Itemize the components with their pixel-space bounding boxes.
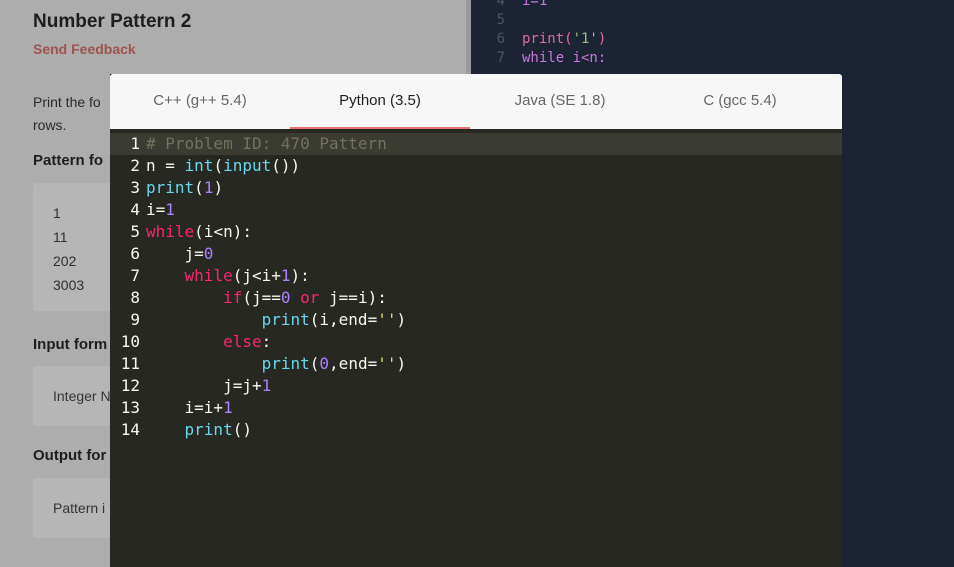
code-line[interactable]: 5 while(i<n):: [110, 221, 842, 243]
code-line-text: else:: [223, 332, 272, 351]
code-line[interactable]: 2 n = int(input()): [110, 155, 842, 177]
line-number: 6: [130, 244, 140, 263]
line-number: 3: [130, 178, 140, 197]
line-number: 9: [130, 310, 140, 329]
code-line[interactable]: 6 j=0: [110, 243, 842, 265]
line-number: 11: [120, 354, 140, 373]
input-format-heading: Input form: [33, 336, 108, 353]
send-feedback-link[interactable]: Send Feedback: [33, 41, 136, 57]
pattern-heading: Pattern fo: [33, 152, 104, 169]
code-line[interactable]: 7 while(j<i+1):: [110, 265, 842, 287]
code-line-text: while(j<i+1):: [184, 266, 310, 285]
tab-c[interactable]: C (gcc 5.4): [650, 74, 830, 129]
code-line-text: print(1): [146, 178, 224, 197]
code-line-text: i=i+1: [146, 398, 233, 417]
bg-line-number: 4: [496, 0, 505, 9]
tab-java[interactable]: Java (SE 1.8): [470, 74, 650, 129]
pattern-line: 11: [53, 229, 68, 245]
code-line-text: print(i,end=''): [261, 310, 407, 329]
code-line-text: if(j==0 or j==i):: [223, 288, 387, 307]
code-line-text: j=j+1: [146, 376, 272, 395]
line-number: 10: [120, 332, 140, 351]
line-number: 1: [130, 134, 140, 153]
input-format-text: Integer N: [53, 388, 111, 404]
line-number: 12: [120, 376, 140, 395]
code-line[interactable]: 4 i=1: [110, 199, 842, 221]
code-line[interactable]: 11 print(0,end=''): [110, 353, 842, 375]
bg-code-line: 4 i=1: [471, 0, 954, 11]
code-line[interactable]: 12 j=j+1: [110, 375, 842, 397]
pattern-line: 3003: [53, 277, 85, 293]
pattern-line: 1: [53, 205, 61, 221]
problem-title: Number Pattern 2: [33, 11, 192, 32]
code-line-text: # Problem ID: 470 Pattern: [146, 134, 387, 153]
bg-line-number: 6: [496, 31, 505, 47]
bg-line-text: while i<n:: [522, 50, 607, 66]
code-line[interactable]: 14 print(): [110, 419, 842, 441]
line-number: 14: [120, 420, 140, 439]
output-format-text: Pattern i: [53, 500, 106, 516]
input-format-box: Integer N: [33, 366, 113, 426]
solution-modal: C++ (g++ 5.4) Python (3.5) Java (SE 1.8)…: [110, 74, 842, 567]
code-line[interactable]: 13 i=i+1: [110, 397, 842, 419]
code-line-text: print(): [184, 420, 252, 439]
line-number: 7: [130, 266, 140, 285]
code-line-text: i=1: [146, 200, 175, 219]
bg-code-line: 5: [471, 11, 954, 30]
code-line[interactable]: 3 print(1): [110, 177, 842, 199]
pattern-line: 202: [53, 253, 77, 269]
tab-python[interactable]: Python (3.5): [290, 74, 470, 129]
line-number: 4: [130, 200, 140, 219]
bg-line-number: 7: [496, 50, 505, 66]
bg-code-line: 7 while i<n:: [471, 49, 954, 68]
tab-cpp[interactable]: C++ (g++ 5.4): [110, 74, 290, 129]
line-number: 5: [130, 222, 140, 241]
output-format-box: Pattern i: [33, 478, 113, 538]
line-number: 2: [130, 156, 140, 175]
bg-code-line: 6 print('1'): [471, 30, 954, 49]
code-line[interactable]: 9 print(i,end=''): [110, 309, 842, 331]
line-number: 8: [130, 288, 140, 307]
code-line-text: j=0: [146, 244, 214, 263]
language-tabs: C++ (g++ 5.4) Python (3.5) Java (SE 1.8)…: [110, 74, 842, 129]
code-line-text: while(i<n):: [146, 222, 252, 241]
bg-line-text: i=1: [522, 0, 548, 9]
code-line-text: print(0,end=''): [261, 354, 407, 373]
code-line[interactable]: 8 if(j==0 or j==i):: [110, 287, 842, 309]
bg-line-number: 5: [496, 12, 505, 28]
line-number: 13: [120, 398, 140, 417]
pattern-box: 1 11 202 3003: [33, 183, 113, 311]
output-format-heading: Output for: [33, 447, 107, 464]
bg-line-text: print('1'): [522, 31, 607, 47]
code-line[interactable]: 1 # Problem ID: 470 Pattern: [110, 133, 842, 155]
code-line-text: n = int(input()): [146, 156, 301, 175]
code-line[interactable]: 10 else:: [110, 331, 842, 353]
code-editor[interactable]: 1 # Problem ID: 470 Pattern 2 n = int(input…: [110, 129, 842, 567]
